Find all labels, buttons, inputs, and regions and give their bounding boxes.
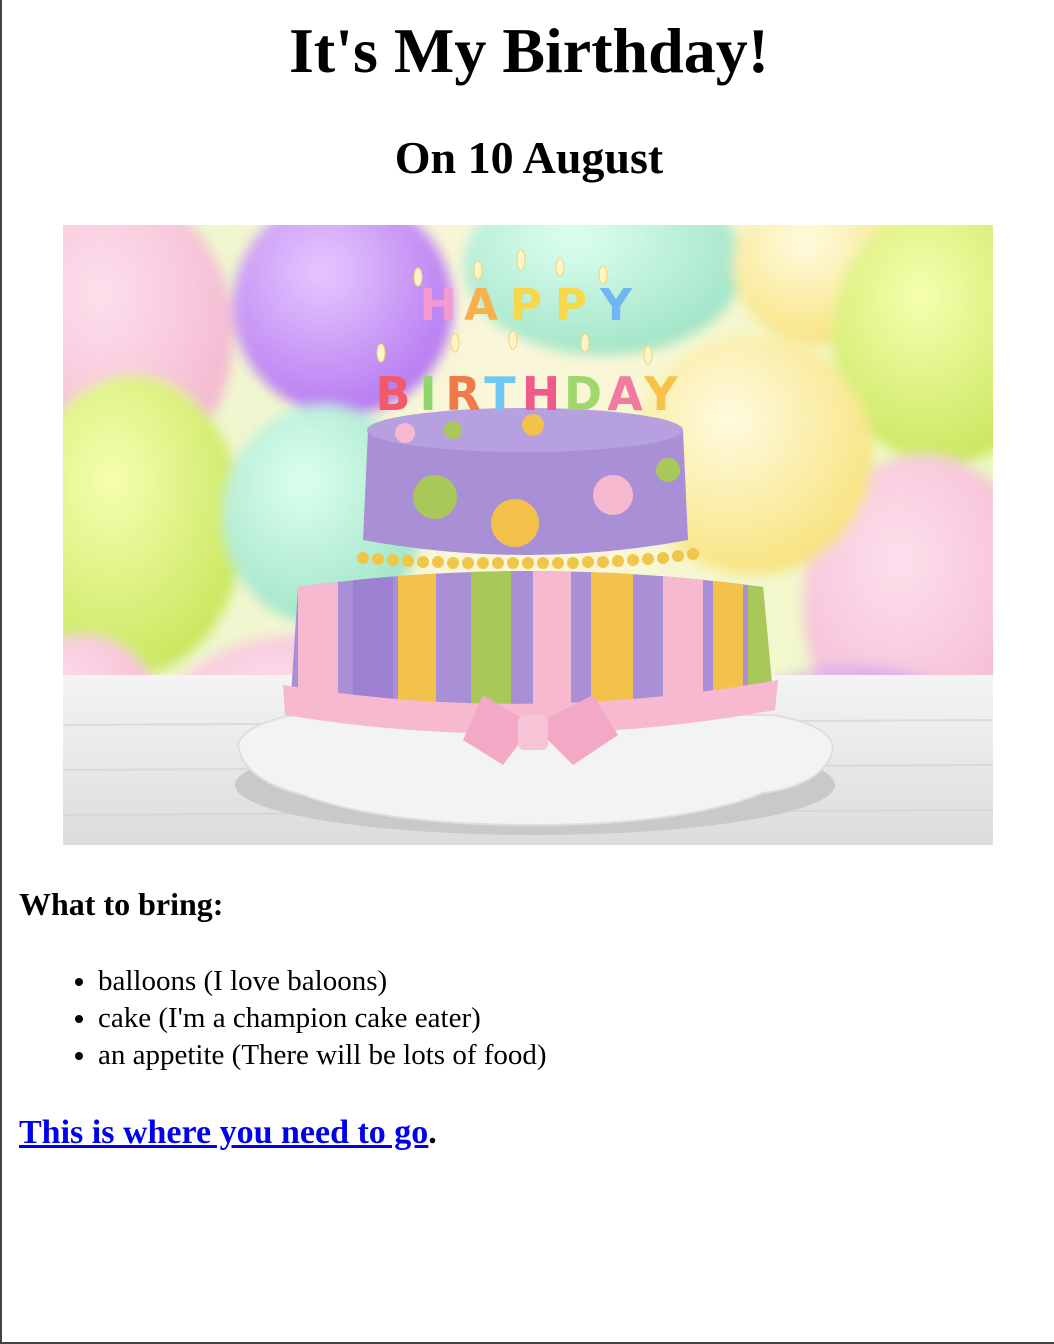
directions-suffix: .	[428, 1114, 437, 1151]
svg-text:I: I	[419, 367, 436, 421]
birthday-cake-image: H A P P Y B I R T H D A Y	[63, 225, 993, 845]
svg-text:Y: Y	[599, 280, 633, 331]
svg-text:A: A	[464, 280, 498, 331]
svg-text:R: R	[445, 367, 480, 421]
svg-text:A: A	[607, 367, 643, 421]
directions-line: This is where you need to go.	[19, 1113, 437, 1153]
bring-section-title: What to bring:	[19, 886, 224, 922]
svg-text:H: H	[522, 367, 561, 421]
directions-link[interactable]: This is where you need to go	[19, 1114, 428, 1151]
svg-text:Y: Y	[643, 367, 678, 421]
svg-text:B: B	[375, 367, 410, 421]
page-subtitle: On 10 August	[394, 132, 664, 183]
svg-text:P: P	[510, 280, 542, 331]
list-item: an appetite (There will be lots of food)	[98, 1037, 547, 1074]
list-item: balloons (I love baloons)	[98, 963, 547, 1000]
bring-list: balloons (I love baloons) cake (I'm a ch…	[19, 963, 547, 1074]
list-item: cake (I'm a champion cake eater)	[98, 1000, 547, 1037]
svg-text:H: H	[420, 280, 457, 331]
svg-text:P: P	[555, 280, 587, 331]
svg-text:D: D	[564, 367, 602, 421]
svg-text:T: T	[484, 367, 516, 421]
page-title: It's My Birthday!	[289, 15, 769, 86]
